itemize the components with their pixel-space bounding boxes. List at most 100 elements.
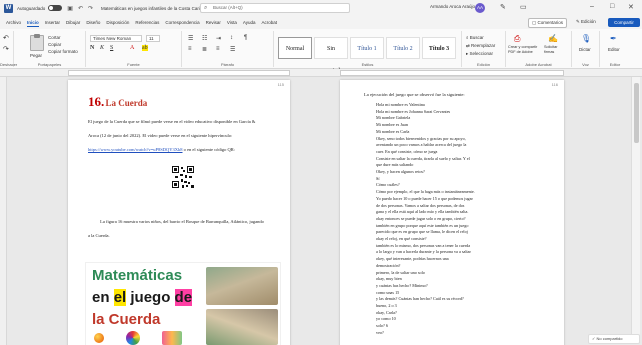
highlight-button[interactable]: ab [142, 45, 148, 51]
numbering-icon[interactable]: ☷ [202, 35, 207, 42]
tab-diseno[interactable]: Diseño [86, 19, 100, 26]
transcript-line: aventando un poco vamos a hablar acerca … [376, 142, 467, 148]
close-icon[interactable]: ✕ [628, 3, 634, 11]
tab-correspondencia[interactable]: Correspondencia [165, 19, 199, 26]
align-right-icon[interactable]: ≡ [216, 46, 220, 52]
style-normal[interactable]: Normal [278, 37, 312, 59]
page-1[interactable]: 115 16. La Cuerda El juego de la Cuerda … [68, 80, 290, 345]
justify-icon[interactable]: ☰ [230, 46, 235, 53]
pilcrow-icon[interactable]: ¶ [244, 35, 247, 41]
transcript-line: también en grupo porque aquí este tambié… [376, 222, 469, 228]
transcript-line: demostración? [376, 262, 401, 268]
style-no-spacing[interactable]: Sin espaciado [314, 37, 348, 74]
indent-icon[interactable]: ⇥ [216, 35, 221, 42]
undo-group-name: Deshacer [0, 62, 18, 67]
italic-button[interactable]: K [100, 45, 104, 51]
undo-icon[interactable]: ↶ [78, 5, 83, 12]
page-number: 115 [277, 82, 284, 87]
page-2[interactable]: 116 La ejecución del juego que se observ… [340, 80, 564, 345]
sign-icon[interactable]: ✍ [548, 34, 558, 43]
microphone-icon[interactable]: 🎙 [581, 34, 591, 43]
ribbon-redo-icon[interactable]: ↷ [3, 45, 9, 53]
poster-word-juego: juego [126, 289, 175, 306]
pen-icon[interactable]: ✎ [500, 3, 506, 11]
align-center-icon[interactable]: ≣ [202, 46, 207, 53]
tab-inicio[interactable]: Inicio [27, 19, 39, 27]
align-left-icon[interactable]: ≡ [188, 46, 192, 52]
replace-button[interactable]: ⇄ Reemplazar [466, 43, 495, 49]
styles-group-name: Estilos [361, 62, 374, 67]
comments-button[interactable]: ▢ Comentarios [528, 18, 568, 28]
styles-group: Normal Sin espaciado Título 1 Título 2 T… [274, 31, 462, 74]
transcript-line: gana y el ella está aquí al lado mío y e… [376, 209, 469, 215]
format-painter-button[interactable]: Copiar formato [48, 49, 78, 54]
transcript-line: y las demás? Cuántas han hecho? Cuál es … [376, 296, 464, 302]
ball-icon [94, 333, 104, 343]
minimize-icon[interactable]: – [590, 3, 594, 10]
font-color-button[interactable]: A [130, 45, 134, 51]
transcript-line: Hola mi nombre es Valentina [376, 102, 425, 107]
tab-acrobat[interactable]: Acrobat [262, 19, 278, 26]
ribbon-undo-icon[interactable]: ↶ [3, 34, 9, 42]
bullets-icon[interactable]: ☰ [188, 35, 193, 42]
tab-ayuda[interactable]: Ayuda [243, 19, 256, 26]
create-pdf-button[interactable]: Crear y compartir PDF de Adobe [508, 45, 542, 54]
search-icon: ⌕ [204, 5, 208, 11]
bold-button[interactable]: N [90, 45, 94, 51]
transcript-line: Cómo por ejemplo, el que la haga más o i… [376, 189, 475, 195]
maximize-icon[interactable]: □ [610, 3, 614, 10]
editing-group: ⌕ Buscar ⇄ Reemplazar ▸ Seleccionar Edic… [462, 31, 506, 67]
paragraph-link: https://www.youtube.com/watch?v=uP8SDQY3… [88, 146, 276, 153]
transcript-line: veo? [376, 329, 384, 335]
youtube-link[interactable]: https://www.youtube.com/watch?v=uP8SDQY3… [88, 147, 183, 152]
link-trailing-text: o en el siguiente código QR: [182, 147, 235, 152]
style-heading2[interactable]: Título 2 [386, 37, 420, 59]
font-size-select[interactable]: 11 [146, 35, 160, 42]
tab-revisar[interactable]: Revisar [206, 19, 221, 26]
ribbon: ↶ ↷ Deshacer Pegar Cortar Copiar Copiar … [0, 29, 642, 74]
paste-icon[interactable] [30, 34, 44, 51]
transcript-line: Sí [376, 175, 380, 181]
tab-archivo[interactable]: Archivo [6, 19, 21, 26]
vertical-ruler[interactable] [0, 77, 7, 345]
tab-insertar[interactable]: Insertar [45, 19, 60, 26]
pdf-icon[interactable]: ⎙ [514, 34, 520, 44]
editor-button[interactable]: Editor [608, 47, 620, 52]
transcript-line: Okey, seno todos bienvenidos y gracias p… [376, 135, 466, 141]
share-button[interactable]: Compartir [608, 18, 640, 27]
autosave-toggle[interactable] [48, 5, 63, 11]
tab-vista[interactable]: Vista [227, 19, 237, 26]
section-heading: 16. La Cuerda [88, 94, 147, 110]
paste-button[interactable]: Pegar [30, 53, 42, 58]
redo-icon[interactable]: ↷ [88, 5, 93, 12]
user-name[interactable]: Armando Aroca Araújo [430, 4, 475, 9]
find-button[interactable]: ⌕ Buscar [466, 35, 484, 40]
horizontal-ruler[interactable] [0, 69, 642, 77]
search-box[interactable]: ⌕ Buscar (Alt+Q) [200, 3, 350, 13]
tab-referencias[interactable]: Referencias [135, 19, 159, 26]
cut-button[interactable]: Cortar [48, 35, 61, 40]
adobe-group-name: Adobe Acrobat [525, 62, 552, 67]
vertical-scrollbar[interactable] [631, 77, 640, 339]
avatar[interactable]: AA [475, 3, 485, 13]
select-button[interactable]: ▸ Seleccionar [466, 51, 493, 57]
dictate-button[interactable]: Dictar [579, 47, 591, 52]
sort-icon[interactable]: ↕ [230, 35, 233, 41]
tab-dibujar[interactable]: Dibujar [66, 19, 80, 26]
style-heading1[interactable]: Título 1 [350, 37, 384, 59]
request-signatures-button[interactable]: Solicitar firmas [544, 45, 568, 54]
tab-disposicion[interactable]: Disposición [106, 19, 129, 26]
save-icon[interactable]: ▣ [67, 5, 73, 12]
style-heading3[interactable]: Título 3 [422, 37, 456, 59]
voice-group-name: Voz [582, 62, 589, 67]
font-family-select[interactable]: Times New Roman [90, 35, 142, 42]
editor-icon[interactable]: ✒ [610, 34, 617, 43]
undo-group: ↶ ↷ Deshacer [0, 31, 18, 67]
poster-line-1: Matemáticas [92, 267, 183, 284]
restore-icon[interactable]: ▭ [520, 3, 527, 11]
copy-button[interactable]: Copiar [48, 42, 61, 47]
scrollbar-thumb[interactable] [634, 83, 639, 143]
underline-button[interactable]: S [110, 45, 113, 51]
sharing-status[interactable]: ✓ No compartido [588, 334, 640, 344]
editing-mode-button[interactable]: ✎ Edición [576, 19, 596, 25]
